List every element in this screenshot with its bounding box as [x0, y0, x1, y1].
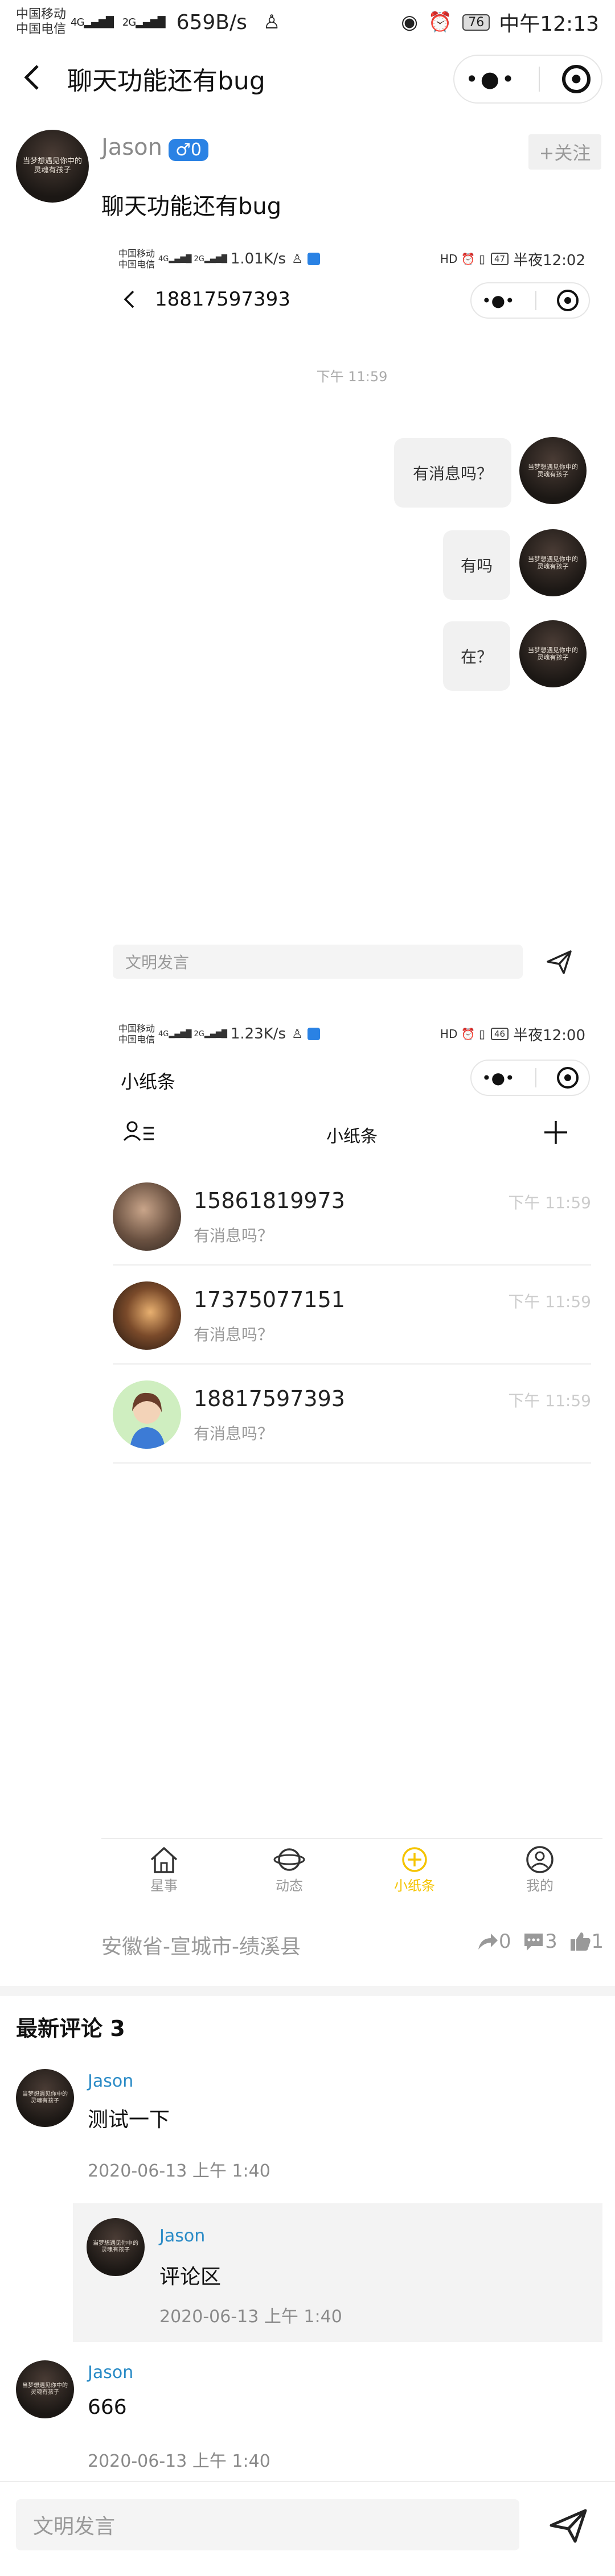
comment-input-bar: 文明发言 — [0, 2481, 615, 2576]
back-button[interactable] — [16, 61, 48, 93]
contact-name: 15861819973 — [194, 1188, 345, 1213]
tab-feed: 动态 — [227, 1839, 352, 1902]
post-image-notes[interactable]: 中国移动 中国电信 4G▂▄▆█ 2G▂▄▆█ 1.23K/s ♙ HD ⏰ ▯ … — [101, 1014, 602, 1902]
signal-icon: 4G▂▄▆█ — [71, 16, 114, 28]
chevron-left-icon — [24, 65, 39, 90]
contact-name: 17375077151 — [194, 1287, 345, 1312]
message-time: 下午 11:59 — [508, 1193, 591, 1212]
comment-avatar[interactable]: 当梦想遇见你中的 灵魂有孩子 — [16, 2360, 74, 2418]
message-preview: 有消息吗？ — [194, 1424, 274, 1443]
user-icon — [526, 1846, 554, 1873]
shot1-status-bar: 中国移动 中国电信 4G▂▄▆█ 2G▂▄▆█ 1.01K/s ♙ HD ⏰ ▯ … — [118, 248, 585, 270]
shot1-send-icon — [547, 950, 572, 974]
tab-home: 星事 — [101, 1839, 227, 1902]
comment-button[interactable]: 3 — [522, 1930, 557, 1953]
chat-bubble: 在？ — [443, 621, 510, 691]
comment-author[interactable]: Jason — [88, 2363, 133, 2383]
conversation-row: 18817597393 有消息吗？ 下午 11:59 — [113, 1365, 591, 1464]
message-time: 下午 11:59 — [508, 1292, 591, 1311]
alarm-icon: ⏰ — [428, 11, 453, 34]
shot2-status-bar: 中国移动 中国电信 4G▂▄▆█ 2G▂▄▆█ 1.23K/s ♙ HD ⏰ ▯ … — [118, 1023, 585, 1045]
shot2-app-title: 小纸条 — [121, 1071, 176, 1093]
comment-text: 666 — [88, 2396, 127, 2419]
author-name[interactable]: Jason — [101, 134, 162, 160]
comment-item: 当梦想遇见你中的 灵魂有孩子 Jason 测试一下 2020-06-13 上午 … — [0, 2066, 615, 2202]
comment-time: 2020-06-13 上午 1:40 — [88, 2161, 270, 2181]
note-icon — [402, 1847, 427, 1872]
comment-input[interactable]: 文明发言 — [16, 2499, 519, 2550]
clock: 中午12:13 — [499, 13, 599, 36]
qq-icon: ♙ — [263, 11, 281, 34]
comment-time: 2020-06-13 上午 1:40 — [88, 2451, 270, 2471]
comment-item: 当梦想遇见你中的 灵魂有孩子 Jason 666 2020-06-13 上午 1… — [0, 2356, 615, 2487]
shot1-clock: 半夜12:02 — [513, 252, 585, 269]
carrier-info: 中国移动 中国电信 — [16, 7, 67, 36]
status-bar: 中国移动 中国电信 4G▂▄▆█ 2G▂▄▆█ 659B/s ♙ ◉ ⏰ 76 … — [0, 0, 615, 44]
send-icon — [550, 2509, 587, 2543]
message-time: 下午 11:59 — [508, 1391, 591, 1410]
shot1-title: 18817597393 — [155, 288, 290, 311]
comment-author[interactable]: Jason — [88, 2071, 133, 2091]
gender-badge: ♂0 — [169, 139, 208, 161]
share-icon — [478, 1934, 498, 1949]
message-preview: 有消息吗？ — [194, 1226, 274, 1245]
tab-notes: 小纸条 — [352, 1839, 477, 1902]
share-button[interactable]: 0 — [476, 1930, 511, 1953]
like-button[interactable]: 1 — [568, 1930, 604, 1953]
shot2-speed: 1.23K/s — [230, 1025, 286, 1042]
section-divider — [0, 1986, 615, 1996]
home-icon — [150, 1847, 178, 1873]
contact-name: 18817597393 — [194, 1386, 345, 1411]
message-preview: 有消息吗？ — [194, 1325, 274, 1344]
comment-avatar[interactable]: 当梦想遇见你中的 灵魂有孩子 — [87, 2218, 145, 2276]
post-location: 安徽省-宣城市-绩溪县 — [101, 1935, 301, 1959]
shot2-tab-bar: 星事 动态 小纸条 我的 — [101, 1838, 602, 1902]
follow-button[interactable]: +关注 — [528, 134, 601, 170]
capsule-menu: •●• — [453, 55, 602, 104]
eye-icon: ◉ — [401, 11, 418, 34]
nav-bar: 聊天功能还有bug •●• — [0, 44, 615, 112]
thumbs-up-icon — [571, 1932, 591, 1951]
comment-time: 2020-06-13 上午 1:40 — [159, 2307, 342, 2327]
conversation-row: 17375077151 有消息吗？ 下午 11:59 — [113, 1266, 591, 1365]
send-button[interactable] — [547, 2504, 590, 2547]
comment-author[interactable]: Jason — [159, 2226, 205, 2246]
comments-header: 最新评论 3 — [16, 2016, 125, 2041]
shot1-back-icon — [124, 290, 134, 308]
shot1-capsule: •●• — [470, 282, 590, 319]
tab-profile: 我的 — [477, 1839, 602, 1902]
planet-icon — [273, 1848, 305, 1871]
chat-avatar: 当梦想遇见你中的 灵魂有孩子 — [519, 620, 587, 687]
more-icon[interactable]: •●• — [465, 67, 516, 92]
contact-avatar — [113, 1380, 181, 1449]
contact-avatar — [113, 1281, 181, 1350]
shot1-message-input: 文明发言 — [113, 945, 523, 979]
comment-text: 测试一下 — [88, 2108, 170, 2132]
shot2-capsule: •●• — [470, 1060, 590, 1096]
shot1-speed: 1.01K/s — [230, 250, 286, 267]
conversation-row: 15861819973 有消息吗？ 下午 11:59 — [113, 1167, 591, 1266]
chat-avatar: 当梦想遇见你中的 灵魂有孩子 — [519, 437, 587, 504]
contact-avatar — [113, 1182, 181, 1251]
network-speed: 659B/s — [176, 10, 247, 34]
post-text: 聊天功能还有bug — [101, 193, 282, 220]
chat-bubble: 有吗 — [443, 530, 510, 600]
chat-avatar: 当梦想遇见你中的 灵魂有孩子 — [519, 529, 587, 596]
comment-avatar[interactable]: 当梦想遇见你中的 灵魂有孩子 — [16, 2069, 74, 2127]
comment-text: 评论区 — [159, 2265, 222, 2289]
plus-icon — [544, 1121, 567, 1144]
comment-icon — [524, 1934, 543, 1951]
page-title: 聊天功能还有bug — [67, 67, 265, 96]
post-image-chat[interactable]: 中国移动 中国电信 4G▂▄▆█ 2G▂▄▆█ 1.01K/s ♙ HD ⏰ ▯ … — [101, 233, 602, 1001]
chat-bubble: 有消息吗？ — [394, 438, 511, 508]
author-avatar[interactable]: 当梦想遇见你中的 灵魂有孩子 — [16, 130, 89, 203]
shot2-clock: 半夜12:00 — [513, 1027, 585, 1044]
battery-icon: 76 — [462, 14, 490, 31]
signal-icon-2: 2G▂▄▆█ — [122, 16, 166, 28]
post-stats: 0 3 1 — [476, 1930, 604, 1953]
comment-reply: 当梦想遇见你中的 灵魂有孩子 Jason 评论区 2020-06-13 上午 1… — [73, 2203, 602, 2342]
close-miniprogram-icon[interactable] — [561, 65, 591, 93]
shot2-tab-title: 小纸条 — [326, 1127, 378, 1147]
chat-timestamp: 下午 11:59 — [316, 369, 388, 385]
